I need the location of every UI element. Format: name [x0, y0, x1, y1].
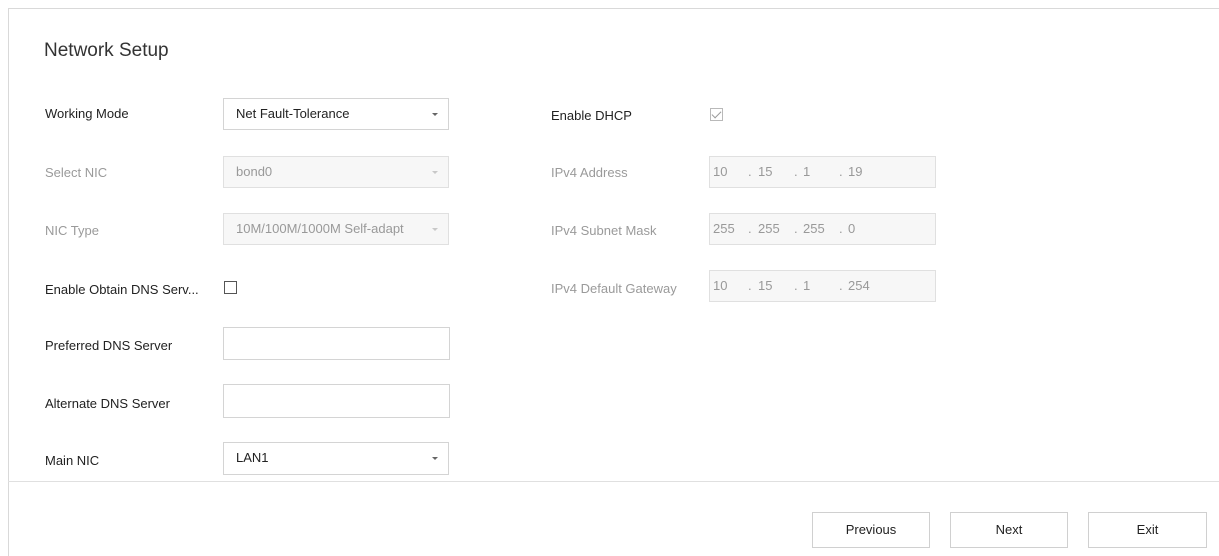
- ip-octet: 0: [848, 221, 856, 236]
- preferred-dns-label: Preferred DNS Server: [45, 338, 173, 353]
- working-mode-value: Net Fault-Tolerance: [236, 106, 350, 121]
- select-nic-value: bond0: [236, 164, 273, 179]
- ip-octet: 19: [848, 164, 863, 179]
- main-nic-value: LAN1: [236, 450, 269, 465]
- page-title: Network Setup: [44, 40, 169, 61]
- ip-octet: 255: [713, 221, 735, 236]
- ipv4-subnet-mask-input[interactable]: 255 . 255 . 255 . 0: [709, 213, 936, 245]
- ip-separator: .: [748, 164, 752, 179]
- ip-octet: 1: [803, 278, 811, 293]
- main-nic-label: Main NIC: [45, 453, 100, 468]
- ip-separator: .: [748, 278, 752, 293]
- ip-octet: 15: [758, 278, 773, 293]
- ip-separator: .: [794, 164, 798, 179]
- preferred-dns-input[interactable]: [223, 327, 450, 360]
- ipv4-address-input[interactable]: 10 . 15 . 1 . 19: [709, 156, 936, 188]
- alternate-dns-input[interactable]: [223, 384, 450, 418]
- ip-separator: .: [839, 278, 843, 293]
- enable-obtain-dns-checkbox[interactable]: [224, 281, 237, 294]
- select-nic-label: Select NIC: [45, 165, 108, 180]
- chevron-down-icon: [432, 457, 438, 460]
- ip-separator: .: [794, 278, 798, 293]
- ipv4-default-gateway-input[interactable]: 10 . 15 . 1 . 254: [709, 270, 936, 302]
- footer-divider: [8, 481, 1219, 482]
- enable-obtain-dns-label: Enable Obtain DNS Serv...: [45, 282, 199, 297]
- ip-octet: 254: [848, 278, 870, 293]
- ip-octet: 1: [803, 164, 811, 179]
- ip-octet: 255: [758, 221, 780, 236]
- nic-type-label: NIC Type: [45, 223, 99, 238]
- ip-separator: .: [839, 221, 843, 236]
- select-nic-dropdown[interactable]: bond0: [223, 156, 449, 188]
- nic-type-dropdown[interactable]: 10M/100M/1000M Self-adapt: [223, 213, 449, 245]
- alternate-dns-label: Alternate DNS Server: [45, 396, 170, 411]
- chevron-down-icon: [432, 228, 438, 231]
- ip-octet: 10: [713, 164, 728, 179]
- ip-separator: .: [748, 221, 752, 236]
- chevron-down-icon: [432, 171, 438, 174]
- enable-dhcp-checkbox[interactable]: [710, 108, 723, 121]
- exit-button[interactable]: Exit: [1088, 512, 1207, 548]
- ipv4-address-label: IPv4 Address: [551, 165, 628, 180]
- ip-octet: 15: [758, 164, 773, 179]
- main-nic-dropdown[interactable]: LAN1: [223, 442, 449, 475]
- working-mode-dropdown[interactable]: Net Fault-Tolerance: [223, 98, 449, 130]
- previous-button[interactable]: Previous: [812, 512, 930, 548]
- ipv4-subnet-mask-label: IPv4 Subnet Mask: [551, 223, 657, 238]
- next-button[interactable]: Next: [950, 512, 1068, 548]
- ipv4-default-gateway-label: IPv4 Default Gateway: [551, 281, 677, 296]
- nic-type-value: 10M/100M/1000M Self-adapt: [236, 221, 404, 236]
- ip-separator: .: [839, 164, 843, 179]
- enable-dhcp-label: Enable DHCP: [551, 108, 632, 123]
- chevron-down-icon: [432, 113, 438, 116]
- ip-octet: 255: [803, 221, 825, 236]
- ip-octet: 10: [713, 278, 728, 293]
- ip-separator: .: [794, 221, 798, 236]
- working-mode-label: Working Mode: [45, 106, 129, 121]
